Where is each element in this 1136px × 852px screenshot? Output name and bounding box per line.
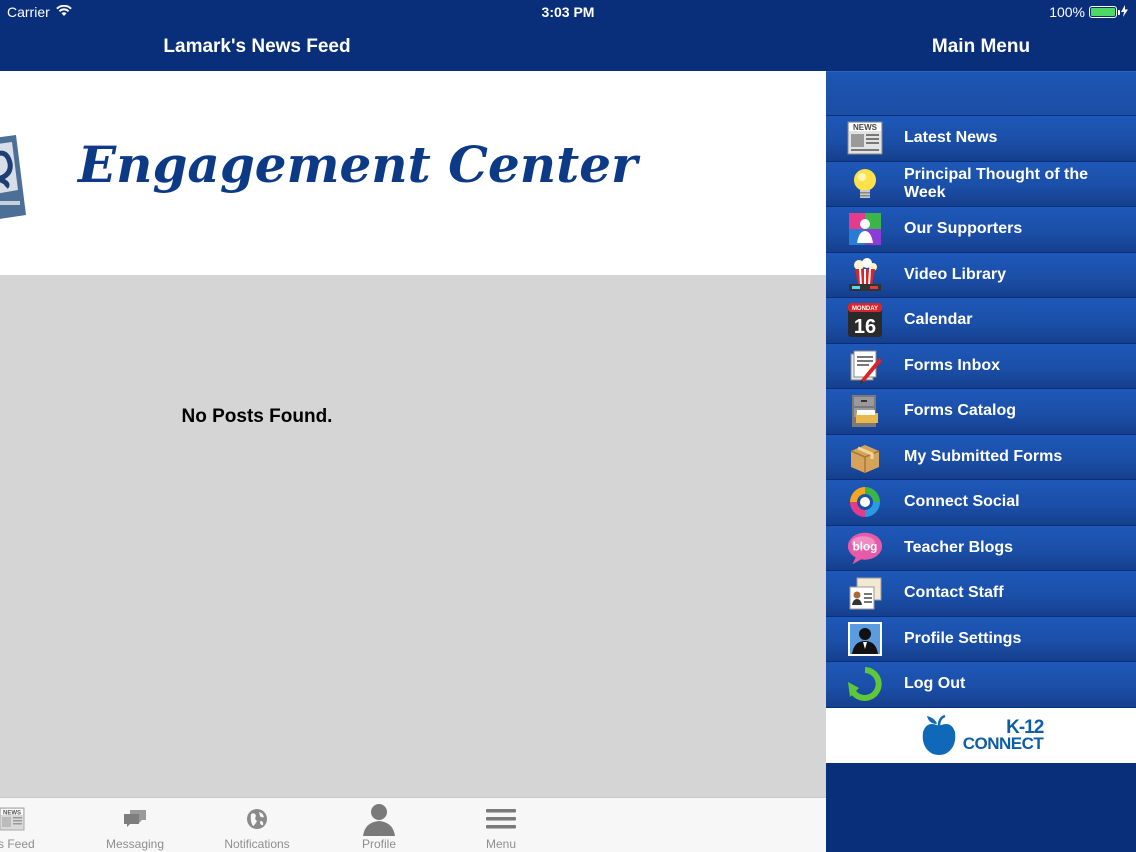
person-icon bbox=[329, 802, 429, 836]
k12-logo-line2: CONNECT bbox=[962, 733, 1044, 753]
hamburger-icon bbox=[451, 802, 551, 836]
page-title: Lamark's News Feed bbox=[163, 36, 351, 57]
menu-item-label: Latest News bbox=[904, 129, 998, 147]
popcorn-icon bbox=[847, 257, 883, 293]
tab-menu[interactable]: Menu bbox=[451, 802, 551, 852]
menu-item-forms-catalog[interactable]: Forms Catalog bbox=[826, 388, 1136, 434]
empty-state-message: No Posts Found. bbox=[181, 406, 333, 427]
news-feed-panel: Lamark's News Feed Engagement Center No … bbox=[0, 0, 826, 852]
menu-item-label: Calendar bbox=[904, 311, 973, 329]
tab-label: Profile bbox=[361, 837, 396, 851]
school-logo-fragment bbox=[0, 135, 26, 219]
menu-item-log-out[interactable]: Log Out bbox=[826, 661, 1136, 707]
menu-title: Main Menu bbox=[931, 36, 1031, 57]
calendar-icon: MONDAY 16 bbox=[847, 302, 883, 338]
profile-silhouette-icon bbox=[847, 621, 883, 657]
tab-messaging[interactable]: Messaging bbox=[85, 802, 185, 852]
social-cycle-icon bbox=[847, 484, 883, 520]
banner-title: Engagement Center bbox=[78, 135, 638, 194]
calendar-day: MONDAY bbox=[852, 306, 878, 312]
k12-connect-logo: K-12 CONNECT bbox=[826, 708, 1136, 763]
menu-item-latest-news[interactable]: NEWS Latest News bbox=[826, 115, 1136, 161]
menu-item-contact-staff[interactable]: Contact Staff bbox=[826, 570, 1136, 616]
menu-list: NEWS Latest News Principal Thought of th… bbox=[826, 115, 1136, 707]
svg-text:NEWS: NEWS bbox=[3, 811, 21, 817]
tab-news-feed[interactable]: NEWS ws Feed bbox=[0, 802, 62, 852]
news-icon: NEWS bbox=[0, 802, 62, 836]
battery-indicator: 100% bbox=[1049, 4, 1128, 20]
menu-item-label: Our Supporters bbox=[904, 220, 1023, 238]
clock: 3:03 PM bbox=[541, 4, 595, 20]
file-cabinet-icon bbox=[847, 393, 883, 429]
contact-cards-icon bbox=[847, 575, 883, 611]
menu-header-spacer bbox=[826, 71, 1136, 115]
menu-item-profile-settings[interactable]: Profile Settings bbox=[826, 615, 1136, 661]
menu-item-teacher-blogs[interactable]: blog Teacher Blogs bbox=[826, 524, 1136, 570]
tab-label: Messaging bbox=[105, 837, 165, 851]
status-bar: Carrier 3:03 PM 100% bbox=[0, 0, 1136, 24]
menu-item-video-library[interactable]: Video Library bbox=[826, 251, 1136, 297]
menu-item-label: Principal Thought of the Week bbox=[904, 165, 1088, 201]
calendar-date: 16 bbox=[854, 316, 876, 338]
globe-icon bbox=[207, 802, 307, 836]
menu-item-calendar[interactable]: MONDAY 16 Calendar bbox=[826, 297, 1136, 343]
chat-bubbles-icon bbox=[85, 802, 185, 836]
engagement-center-banner: Engagement Center bbox=[0, 71, 826, 275]
tab-bar: NEWS ws Feed Messaging Notifications Pro… bbox=[0, 797, 826, 852]
blog-badge-text: blog bbox=[853, 540, 878, 553]
menu-item-label: Forms Inbox bbox=[904, 356, 1001, 374]
main-menu-nav-bar: Main Menu bbox=[826, 24, 1136, 71]
menu-item-label: Log Out bbox=[904, 675, 966, 693]
menu-item-label: Connect Social bbox=[904, 493, 1020, 511]
menu-item-forms-inbox[interactable]: Forms Inbox bbox=[826, 342, 1136, 388]
svg-text:NEWS: NEWS bbox=[853, 123, 878, 132]
charging-bolt-icon bbox=[1121, 4, 1128, 20]
menu-item-label: My Submitted Forms bbox=[904, 447, 1063, 465]
tab-notifications[interactable]: Notifications bbox=[207, 802, 307, 852]
menu-item-my-submitted-forms[interactable]: My Submitted Forms bbox=[826, 433, 1136, 479]
supporters-icon bbox=[847, 211, 883, 247]
menu-item-label: Contact Staff bbox=[904, 584, 1004, 602]
tab-label: Notifications bbox=[224, 837, 290, 851]
forms-inbox-icon bbox=[847, 348, 883, 384]
blog-bubble-icon: blog bbox=[847, 530, 883, 566]
menu-item-principal-thought[interactable]: Principal Thought of the Week bbox=[826, 160, 1136, 206]
logout-arrow-icon bbox=[847, 666, 883, 702]
package-icon bbox=[847, 439, 883, 475]
tab-profile[interactable]: Profile bbox=[329, 802, 429, 852]
lightbulb-icon bbox=[847, 166, 883, 202]
battery-percent: 100% bbox=[1049, 4, 1085, 20]
menu-item-label: Forms Catalog bbox=[904, 402, 1017, 420]
menu-item-our-supporters[interactable]: Our Supporters bbox=[826, 206, 1136, 252]
tab-label: Menu bbox=[485, 837, 517, 851]
menu-item-label: Teacher Blogs bbox=[904, 538, 1014, 556]
menu-item-label: Video Library bbox=[904, 265, 1006, 283]
main-menu-panel: Main Menu NEWS Latest News Principal Tho… bbox=[826, 0, 1136, 852]
menu-item-connect-social[interactable]: Connect Social bbox=[826, 479, 1136, 525]
newspaper-icon: NEWS bbox=[847, 120, 883, 156]
battery-icon bbox=[1089, 6, 1120, 18]
apple-icon bbox=[922, 714, 956, 755]
menu-item-label: Profile Settings bbox=[904, 629, 1022, 647]
tab-label: ws Feed bbox=[0, 837, 35, 851]
